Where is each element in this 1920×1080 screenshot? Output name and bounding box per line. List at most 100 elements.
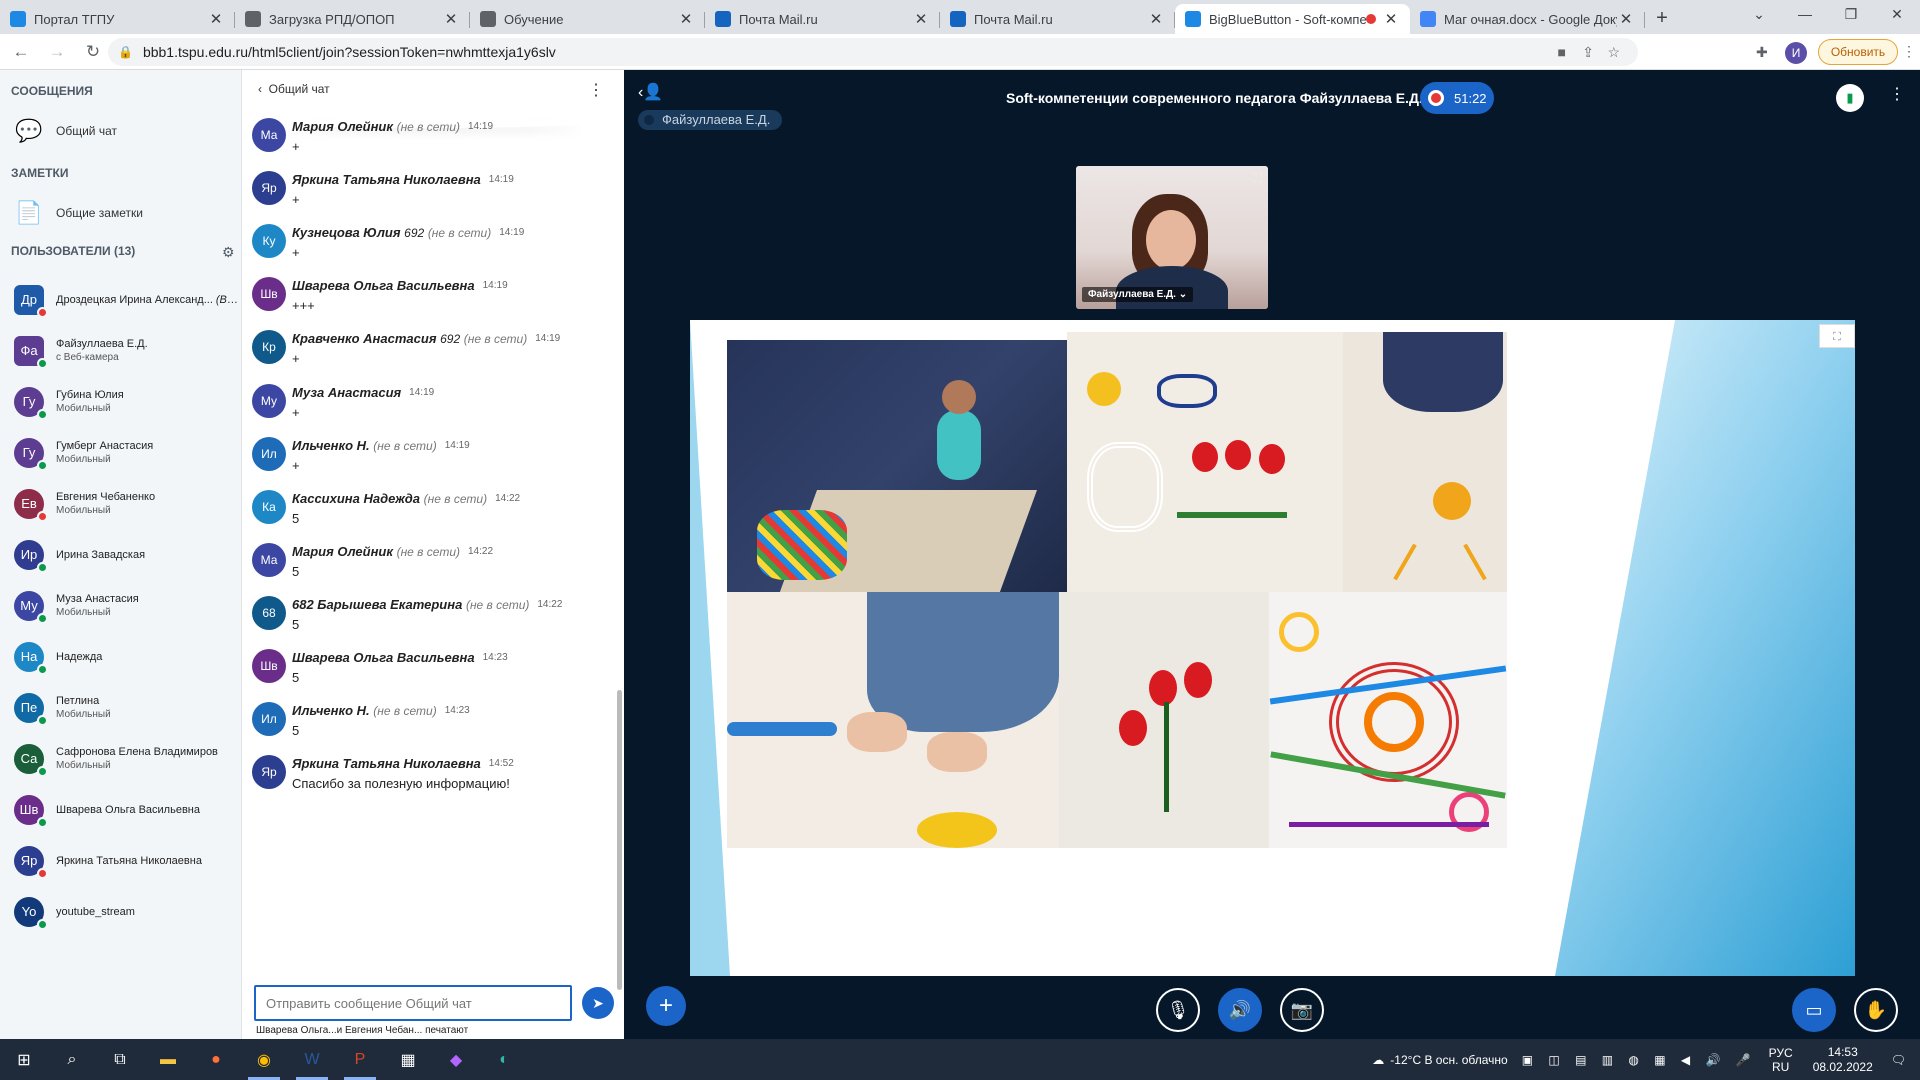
share-icon[interactable]: ⇪: [1582, 44, 1594, 61]
drop-app-icon[interactable]: ◆: [432, 1039, 480, 1080]
windows-start-icon[interactable]: ⊞: [0, 1039, 48, 1080]
avatar: Гу: [14, 438, 48, 471]
back-icon[interactable]: ←: [6, 42, 36, 62]
user-status-text: Мобильный: [56, 505, 111, 516]
minimize-icon[interactable]: —: [1782, 0, 1828, 30]
reload-icon[interactable]: ↻: [78, 42, 108, 62]
recording-indicator[interactable]: 51:22: [1420, 82, 1494, 114]
avatar: Шв: [252, 277, 286, 312]
message-author-number: 692: [404, 226, 425, 241]
connection-status-icon[interactable]: ▮: [1836, 84, 1864, 112]
bookmark-star-icon[interactable]: ☆: [1607, 44, 1620, 61]
language-indicator[interactable]: РУС RU: [1769, 1046, 1793, 1074]
sidebar-item-public-chat[interactable]: 💬 Общий чат: [14, 118, 117, 144]
send-message-button[interactable]: ➤: [582, 987, 614, 1019]
user-list-item[interactable]: Ев Евгения Чебаненко Мобильный: [14, 489, 240, 522]
microphone-muted-button[interactable]: 🎙: [1156, 988, 1200, 1032]
user-status-icon: [37, 817, 48, 828]
browser-tab[interactable]: Почта Mail.ru ✕: [940, 4, 1175, 34]
browser-menu-icon[interactable]: ⋮: [1902, 43, 1916, 60]
browser-tab[interactable]: Портал ТГПУ ✕: [0, 4, 235, 34]
message-header: Шварева Ольга Васильевна 14:23: [292, 649, 508, 667]
user-list-item[interactable]: Yo youtube_stream: [14, 897, 240, 930]
tray-icons[interactable]: ▣ ◫ ▤ ▥ ◍ ▦ ◀ 🔊 🎤: [1522, 1053, 1757, 1067]
maximize-icon[interactable]: ❐: [1828, 0, 1874, 30]
user-list-item[interactable]: Гу Губина Юлия Мобильный: [14, 387, 240, 420]
close-tab-icon[interactable]: ✕: [442, 10, 460, 28]
message-header: Кравченко Анастасия 692 (не в сети) 14:19: [292, 330, 560, 348]
raise-hand-button[interactable]: ✋: [1854, 988, 1898, 1032]
tab-favicon-icon: [480, 11, 496, 27]
new-tab-icon[interactable]: +: [1645, 4, 1679, 34]
browser-tab[interactable]: Почта Mail.ru ✕: [705, 4, 940, 34]
firefox-icon[interactable]: ●: [192, 1039, 240, 1080]
user-list-item[interactable]: Пе Петлина Мобильный: [14, 693, 240, 726]
avatar-initials: Шв: [19, 802, 39, 817]
user-name: Муза Анастасия: [56, 592, 142, 606]
browser-tab[interactable]: Загрузка РПД/ОПОП ✕: [235, 4, 470, 34]
message-time: 14:19: [444, 439, 470, 451]
notes-icon: 📄: [15, 200, 43, 225]
tab-favicon-icon: [950, 11, 966, 27]
user-list-item[interactable]: Ир Ирина Завадская: [14, 540, 240, 573]
browser-tab[interactable]: BigBlueButton - Soft-компе ✕: [1175, 4, 1410, 34]
chat-scrollbar[interactable]: [617, 690, 622, 990]
profile-avatar[interactable]: И: [1785, 42, 1807, 64]
weather-text[interactable]: -12°C В осн. облачно: [1390, 1053, 1507, 1067]
edge-icon[interactable]: ◐: [480, 1039, 528, 1080]
sidebar-item-shared-notes[interactable]: 📄 Общие заметки: [14, 200, 143, 226]
user-list-item[interactable]: На Надежда: [14, 642, 240, 675]
browser-tab[interactable]: Обучение ✕: [470, 4, 705, 34]
user-status-icon: [37, 919, 48, 930]
close-tab-icon[interactable]: ✕: [1382, 10, 1400, 28]
meeting-options-icon[interactable]: ⋮: [1889, 84, 1905, 104]
chat-back-button[interactable]: ‹ Общий чат: [258, 82, 330, 96]
extensions-icon[interactable]: ✚: [1756, 44, 1768, 61]
close-tab-icon[interactable]: ✕: [1617, 10, 1635, 28]
user-list-item[interactable]: Са Сафронова Елена Владимиров Мобильный: [14, 744, 240, 777]
search-icon[interactable]: ⌕: [48, 1039, 96, 1080]
offline-tag: (не в сети): [396, 544, 460, 559]
message-author: Кравченко Анастасия: [292, 331, 437, 347]
user-list-item[interactable]: Му Муза Анастасия Мобильный: [14, 591, 240, 624]
avatar: Фа: [14, 336, 48, 369]
user-list-item[interactable]: Яр Яркина Татьяна Николаевна: [14, 846, 240, 879]
audio-on-button[interactable]: 🔊: [1218, 988, 1262, 1032]
user-list-item[interactable]: Шв Шварева Ольга Васильевна: [14, 795, 240, 828]
file-explorer-icon[interactable]: ▬: [144, 1039, 192, 1080]
chrome-icon[interactable]: ◉: [240, 1039, 288, 1080]
close-tab-icon[interactable]: ✕: [912, 10, 930, 28]
forward-icon[interactable]: →: [42, 42, 72, 62]
chat-message-input[interactable]: Отправить сообщение Общий чат: [254, 985, 572, 1021]
browser-tab[interactable]: Маг очная.docx - Google Доку ✕: [1410, 4, 1645, 34]
webcam-name-label[interactable]: Файзуллаева Е.Д. ⌄: [1082, 287, 1194, 302]
camera-off-button[interactable]: 📷: [1280, 988, 1324, 1032]
close-tab-icon[interactable]: ✕: [1147, 10, 1165, 28]
user-list-item[interactable]: Гу Гумберг Анастасия Мобильный: [14, 438, 240, 471]
close-window-icon[interactable]: ✕: [1874, 0, 1920, 30]
presentation-toggle-button[interactable]: ▭: [1792, 988, 1836, 1032]
notifications-icon[interactable]: 🗨: [1891, 1053, 1906, 1067]
tab-search-icon[interactable]: ⌄: [1736, 0, 1782, 30]
close-tab-icon[interactable]: ✕: [207, 10, 225, 28]
user-list-item[interactable]: Фа Файзуллаева Е.Д. с Веб-камера: [14, 336, 240, 369]
user-list-item[interactable]: Др Дроздецкая Ирина Александ... (Вы): [14, 285, 240, 318]
toggle-userlist-icon[interactable]: ‹👤: [638, 82, 663, 102]
close-tab-icon[interactable]: ✕: [677, 10, 695, 28]
camera-blocked-icon[interactable]: ■: [1558, 44, 1566, 60]
slide-fullscreen-icon[interactable]: ⛶: [1819, 324, 1855, 348]
powerpoint-icon[interactable]: P: [336, 1039, 384, 1080]
webcam-video[interactable]: Файзуллаева Е.Д. ⌄ ⛶: [1076, 166, 1268, 309]
webcam-fullscreen-icon[interactable]: ⛶: [1254, 171, 1262, 186]
task-view-icon[interactable]: ⧉: [96, 1039, 144, 1080]
word-icon[interactable]: W: [288, 1039, 336, 1080]
update-button[interactable]: Обновить: [1818, 39, 1898, 65]
message-header: Ильченко Н. (не в сети) 14:19: [292, 437, 470, 455]
weather-icon[interactable]: ☁: [1372, 1053, 1384, 1067]
actions-plus-button[interactable]: +: [646, 986, 686, 1026]
app-icon[interactable]: ▦: [384, 1039, 432, 1080]
chat-options-icon[interactable]: ⋮: [588, 80, 604, 100]
clock[interactable]: 14:53 08.02.2022: [1813, 1045, 1873, 1075]
url-field[interactable]: 🔒 bbb1.tspu.edu.ru/html5client/join?sess…: [108, 38, 1638, 66]
user-settings-gear-icon[interactable]: ⚙: [222, 244, 235, 261]
